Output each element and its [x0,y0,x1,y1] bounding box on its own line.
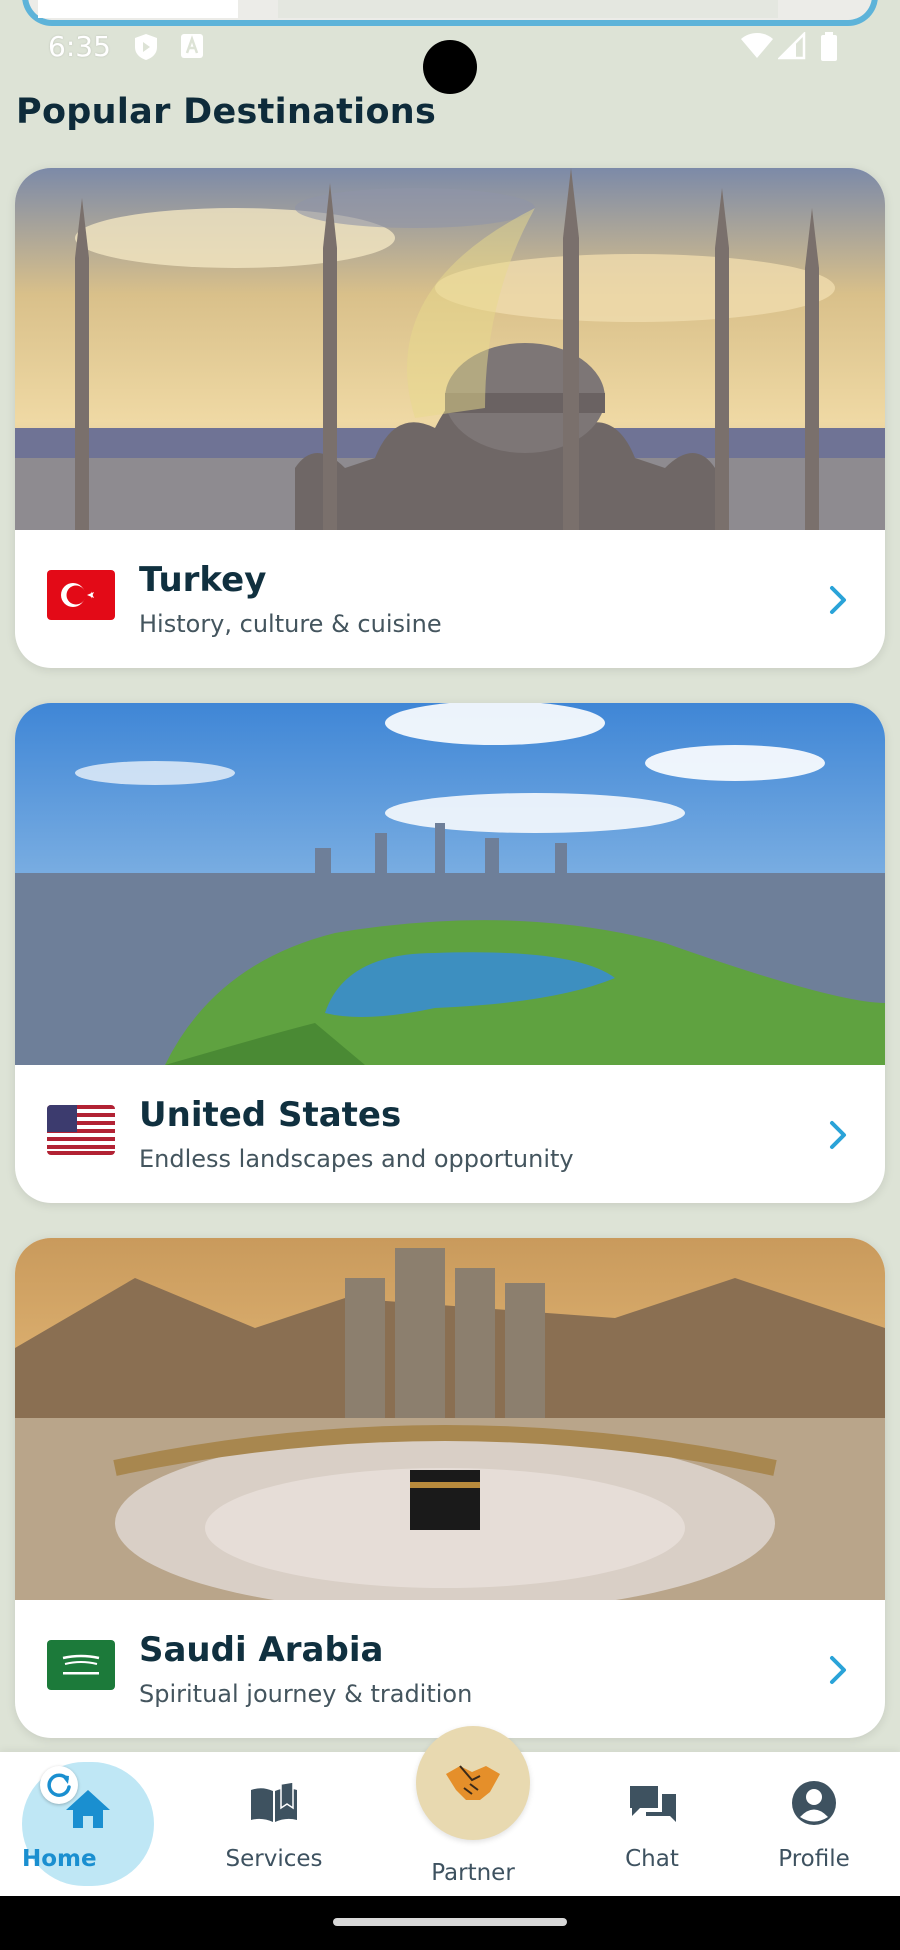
open-book-icon [248,1781,300,1828]
user-circle-icon [791,1780,837,1830]
chevron-right-icon[interactable] [825,582,851,618]
bottom-navigation: Home Services Partner Chat Profile [0,1726,900,1896]
destination-info: Saudi Arabia Spiritual journey & traditi… [15,1600,885,1738]
nav-label-home: Home [22,1846,97,1872]
kaaba-mecca-photo [15,1238,885,1600]
turkey-flag-icon [47,570,115,620]
nav-item-services[interactable]: Services [212,1752,336,1896]
nav-label-chat: Chat [625,1846,679,1872]
blue-mosque-istanbul-photo [15,168,885,530]
nav-label-services: Services [225,1846,323,1872]
nav-item-partner-label[interactable]: Partner [408,1752,538,1896]
wifi-icon [740,32,774,64]
destination-card-united-states[interactable]: United States Endless landscapes and opp… [15,703,885,1203]
page-title: Popular Destinations [16,92,437,132]
nav-label-profile: Profile [778,1846,850,1872]
destination-info: Turkey History, culture & cuisine [15,530,885,668]
front-camera [423,40,477,94]
home-indicator[interactable] [333,1918,567,1926]
nav-label-partner: Partner [431,1860,515,1886]
destination-name: Turkey [139,560,267,600]
signal-icon [776,30,806,64]
destination-subtitle: Endless landscapes and opportunity [139,1145,574,1173]
status-time: 6:35 [48,30,111,63]
destination-subtitle: Spiritual journey & tradition [139,1680,473,1708]
battery-icon [820,32,838,66]
destination-card-saudi-arabia[interactable]: Saudi Arabia Spiritual journey & traditi… [15,1238,885,1738]
status-bar: 6:35 [0,22,900,94]
chevron-right-icon[interactable] [825,1117,851,1153]
destination-info: United States Endless landscapes and opp… [15,1065,885,1203]
chat-bubbles-icon [628,1782,678,1832]
font-a-icon [180,32,204,64]
central-park-new-york-photo [15,703,885,1065]
shield-icon [132,32,160,66]
nav-item-chat[interactable]: Chat [590,1752,714,1896]
destination-subtitle: History, culture & cuisine [139,610,442,638]
destination-name: United States [139,1095,402,1135]
nav-item-profile[interactable]: Profile [752,1752,876,1896]
us-flag-icon [47,1105,115,1155]
saudi-flag-icon [47,1640,115,1690]
destination-card-turkey[interactable]: Turkey History, culture & cuisine [15,168,885,668]
destination-name: Saudi Arabia [139,1630,384,1670]
chevron-right-icon[interactable] [825,1652,851,1688]
refresh-icon[interactable] [40,1766,78,1804]
